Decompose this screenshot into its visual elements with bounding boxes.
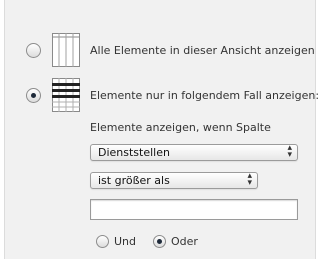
radio-show-filtered[interactable] — [26, 88, 41, 103]
updown-arrows-icon: ▴ ▾ — [247, 171, 252, 188]
operator-select[interactable]: ist größer als ▴ ▾ — [90, 172, 258, 189]
filter-value-input[interactable] — [90, 199, 298, 220]
radio-or[interactable] — [153, 235, 166, 248]
radio-and[interactable] — [96, 235, 109, 248]
updown-arrows-icon: ▴ ▾ — [287, 143, 292, 160]
option-filtered-label: Elemente nur in folgendem Fall anzeigen: — [90, 89, 320, 102]
option-all-label: Alle Elemente in dieser Ansicht anzeigen — [90, 44, 315, 57]
column-select[interactable]: Dienststellen ▴ ▾ — [90, 144, 298, 161]
or-label: Oder — [171, 235, 198, 248]
filter-intro-label: Elemente anzeigen, wenn Spalte — [90, 121, 271, 134]
filter-panel: Alle Elemente in dieser Ansicht anzeigen… — [4, 0, 320, 259]
operator-select-value: ist größer als — [98, 174, 170, 187]
filtered-table-icon — [52, 78, 80, 112]
and-label: Und — [114, 235, 137, 248]
radio-show-all[interactable] — [26, 43, 41, 58]
table-grid-icon — [52, 33, 80, 67]
column-select-value: Dienststellen — [98, 146, 170, 159]
